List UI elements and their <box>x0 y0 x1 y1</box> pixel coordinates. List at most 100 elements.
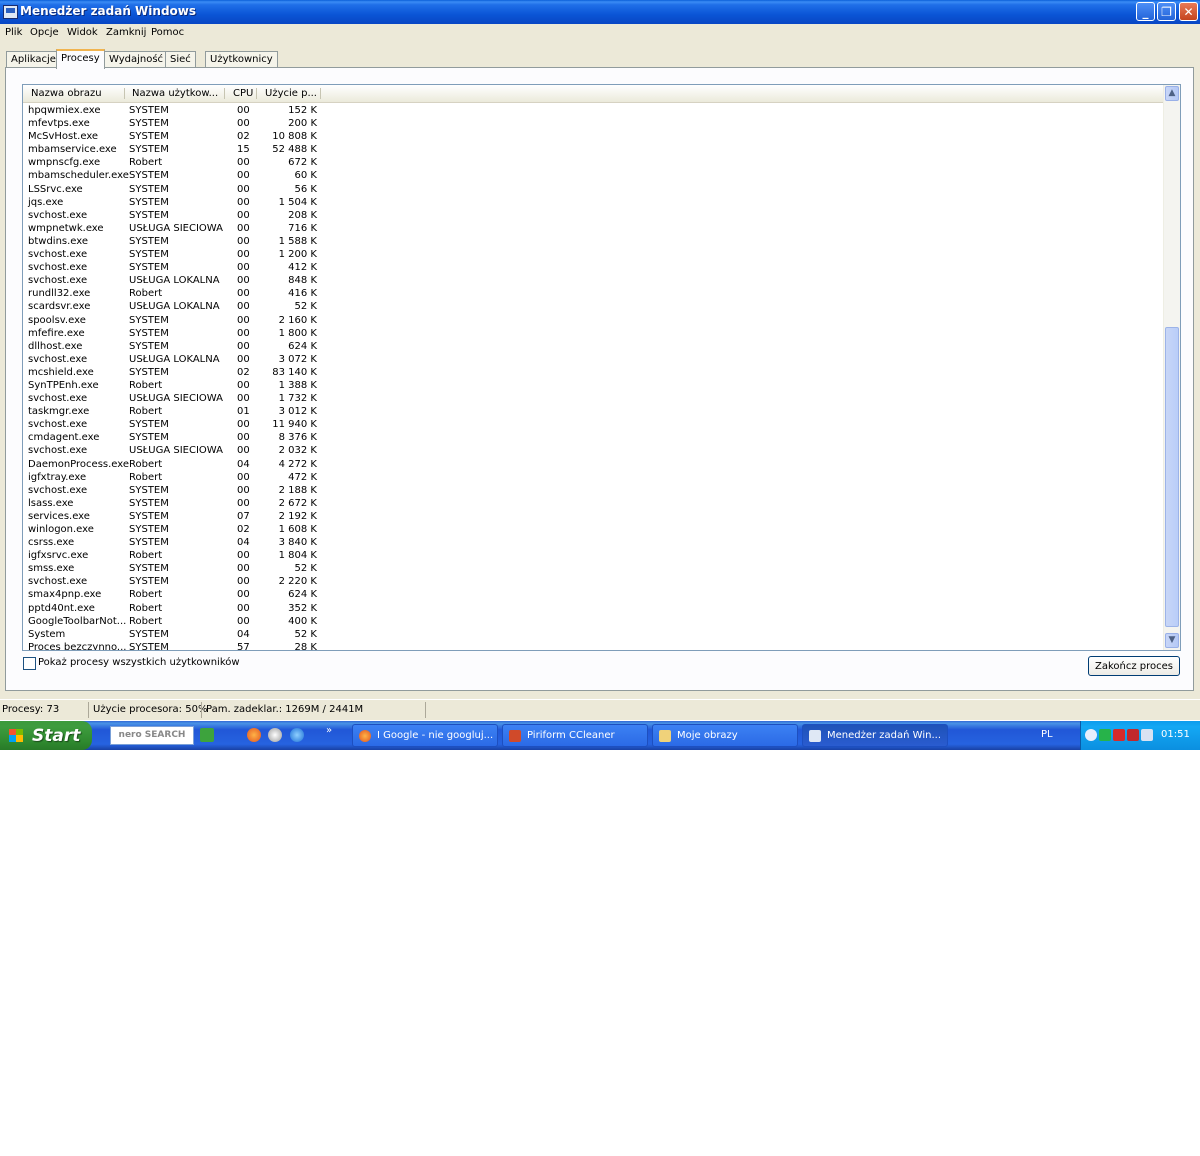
tab-applications[interactable]: Aplikacje <box>6 51 61 67</box>
process-cpu: 00 <box>237 589 250 601</box>
process-image-name: mbamservice.exe <box>28 144 117 156</box>
table-row[interactable]: mfevtps.exe SYSTEM 00 200 K <box>23 117 1163 130</box>
table-row[interactable]: svchost.exe USŁUGA SIECIOWA 00 2 032 K <box>23 444 1163 457</box>
menu-view[interactable]: Widok <box>67 27 98 38</box>
process-cpu: 00 <box>237 379 250 391</box>
go-arrow-icon[interactable] <box>200 728 214 742</box>
table-row[interactable]: btwdins.exe SYSTEM 00 1 588 K <box>23 235 1163 248</box>
table-row[interactable]: cmdagent.exe SYSTEM 00 8 376 K <box>23 431 1163 444</box>
tab-processes[interactable]: Procesy <box>56 49 105 69</box>
vertical-scrollbar[interactable]: ▲ ▼ <box>1163 85 1180 650</box>
process-user-name: USŁUGA SIECIOWA <box>129 445 223 457</box>
scroll-thumb[interactable] <box>1165 327 1179 627</box>
quicklaunch-overflow-icon[interactable]: » <box>326 725 332 736</box>
table-row[interactable]: mfefire.exe SYSTEM 00 1 800 K <box>23 327 1163 340</box>
title-bar[interactable]: Menedżer zadań Windows _ ❐ ✕ <box>0 0 1200 24</box>
table-row[interactable]: jqs.exe SYSTEM 00 1 504 K <box>23 196 1163 209</box>
column-memory-usage[interactable]: Użycie p... <box>265 88 317 99</box>
menu-file[interactable]: Plik <box>5 27 22 38</box>
task-task-manager[interactable]: Menedżer zadań Win... <box>802 724 948 747</box>
start-button[interactable]: Start <box>0 721 92 750</box>
internet-explorer-icon[interactable] <box>290 728 304 742</box>
table-row[interactable]: GoogleToolbarNot... Robert 00 400 K <box>23 615 1163 628</box>
process-user-name: SYSTEM <box>129 183 169 195</box>
nero-search-box[interactable]: nero SEARCH <box>110 726 194 745</box>
table-row[interactable]: smss.exe SYSTEM 00 52 K <box>23 562 1163 575</box>
table-row[interactable]: wmpnetwk.exe USŁUGA SIECIOWA 00 716 K <box>23 222 1163 235</box>
table-row[interactable]: scardsvr.exe USŁUGA LOKALNA 00 52 K <box>23 300 1163 313</box>
process-list[interactable]: Nazwa obrazu Nazwa użytkow... CPU Użycie… <box>22 84 1181 651</box>
tray-mcafee-icon[interactable] <box>1127 729 1139 741</box>
process-memory: 200 K <box>288 118 317 130</box>
table-row[interactable]: mbamscheduler.exe SYSTEM 00 60 K <box>23 169 1163 182</box>
table-row[interactable]: hpqwmiex.exe SYSTEM 00 152 K <box>23 104 1163 117</box>
table-row[interactable]: csrss.exe SYSTEM 04 3 840 K <box>23 536 1163 549</box>
tab-performance[interactable]: Wydajność <box>104 51 169 67</box>
task-ccleaner[interactable]: Piriform CCleaner <box>502 724 648 747</box>
tab-users[interactable]: Użytkownicy <box>205 51 278 67</box>
table-row[interactable]: SynTPEnh.exe Robert 00 1 388 K <box>23 379 1163 392</box>
tray-volume-icon[interactable] <box>1141 729 1153 741</box>
tray-security-icon[interactable] <box>1113 729 1125 741</box>
table-row[interactable]: mcshield.exe SYSTEM 02 83 140 K <box>23 366 1163 379</box>
table-row[interactable]: spoolsv.exe SYSTEM 00 2 160 K <box>23 314 1163 327</box>
table-row[interactable]: wmpnscfg.exe Robert 00 672 K <box>23 156 1163 169</box>
task-google[interactable]: I Google - nie googluj... <box>352 724 498 747</box>
end-process-button[interactable]: Zakończ proces <box>1088 656 1180 676</box>
task-my-pictures[interactable]: Moje obrazy <box>652 724 798 747</box>
folder-icon <box>659 730 671 742</box>
table-row[interactable]: rundll32.exe Robert 00 416 K <box>23 287 1163 300</box>
table-row[interactable]: pptd40nt.exe Robert 00 352 K <box>23 602 1163 615</box>
table-row[interactable]: svchost.exe USŁUGA SIECIOWA 00 1 732 K <box>23 392 1163 405</box>
table-row[interactable]: smax4pnp.exe Robert 00 624 K <box>23 588 1163 601</box>
process-memory: 624 K <box>288 340 317 352</box>
process-memory: 848 K <box>288 275 317 287</box>
minimize-button[interactable]: _ <box>1136 2 1155 21</box>
column-image-name[interactable]: Nazwa obrazu <box>31 88 102 99</box>
table-row[interactable]: svchost.exe SYSTEM 00 2 220 K <box>23 575 1163 588</box>
table-row[interactable]: svchost.exe USŁUGA LOKALNA 00 3 072 K <box>23 353 1163 366</box>
table-row[interactable]: taskmgr.exe Robert 01 3 012 K <box>23 405 1163 418</box>
scroll-down-icon[interactable]: ▼ <box>1165 633 1179 648</box>
table-row[interactable]: mbamservice.exe SYSTEM 15 52 488 K <box>23 143 1163 156</box>
table-row[interactable]: Proces bezczynno... SYSTEM 57 28 K <box>23 641 1163 650</box>
menu-close[interactable]: Zamknij <box>106 27 146 38</box>
table-row[interactable]: winlogon.exe SYSTEM 02 1 608 K <box>23 523 1163 536</box>
process-user-name: Robert <box>129 602 163 614</box>
show-all-users-checkbox[interactable] <box>23 657 36 670</box>
process-cpu: 00 <box>237 314 250 326</box>
status-commit-charge: Pam. zadeklar.: 1269M / 2441M <box>206 704 364 715</box>
close-button[interactable]: ✕ <box>1179 2 1198 21</box>
firefox-icon[interactable] <box>247 728 261 742</box>
table-row[interactable]: svchost.exe SYSTEM 00 11 940 K <box>23 418 1163 431</box>
scroll-up-icon[interactable]: ▲ <box>1165 86 1179 101</box>
table-row[interactable]: System SYSTEM 04 52 K <box>23 628 1163 641</box>
table-row[interactable]: McSvHost.exe SYSTEM 02 10 808 K <box>23 130 1163 143</box>
process-cpu: 00 <box>237 222 250 234</box>
table-row[interactable]: services.exe SYSTEM 07 2 192 K <box>23 510 1163 523</box>
menu-options[interactable]: Opcje <box>30 27 59 38</box>
table-row[interactable]: lsass.exe SYSTEM 00 2 672 K <box>23 497 1163 510</box>
table-row[interactable]: igfxsrvc.exe Robert 00 1 804 K <box>23 549 1163 562</box>
process-memory: 52 K <box>294 628 317 640</box>
table-row[interactable]: svchost.exe SYSTEM 00 2 188 K <box>23 484 1163 497</box>
column-user-name[interactable]: Nazwa użytkow... <box>132 88 218 99</box>
table-row[interactable]: svchost.exe SYSTEM 00 412 K <box>23 261 1163 274</box>
table-row[interactable]: svchost.exe SYSTEM 00 1 200 K <box>23 248 1163 261</box>
tray-network-icon[interactable] <box>1099 729 1111 741</box>
show-all-users-label[interactable]: Pokaż procesy wszystkich użytkowników <box>38 657 240 668</box>
table-row[interactable]: dllhost.exe SYSTEM 00 624 K <box>23 340 1163 353</box>
table-row[interactable]: DaemonProcess.exe Robert 04 4 272 K <box>23 458 1163 471</box>
tab-network[interactable]: Sieć <box>165 51 196 67</box>
tray-expand-icon[interactable] <box>1085 729 1097 741</box>
browser-icon[interactable] <box>268 728 282 742</box>
menu-help[interactable]: Pomoc <box>151 27 184 38</box>
column-cpu[interactable]: CPU <box>233 88 253 99</box>
language-indicator[interactable]: PL <box>1041 729 1053 740</box>
table-row[interactable]: svchost.exe USŁUGA LOKALNA 00 848 K <box>23 274 1163 287</box>
maximize-button[interactable]: ❐ <box>1157 2 1176 21</box>
table-row[interactable]: svchost.exe SYSTEM 00 208 K <box>23 209 1163 222</box>
table-row[interactable]: igfxtray.exe Robert 00 472 K <box>23 471 1163 484</box>
process-memory: 672 K <box>288 157 317 169</box>
table-row[interactable]: LSSrvc.exe SYSTEM 00 56 K <box>23 183 1163 196</box>
